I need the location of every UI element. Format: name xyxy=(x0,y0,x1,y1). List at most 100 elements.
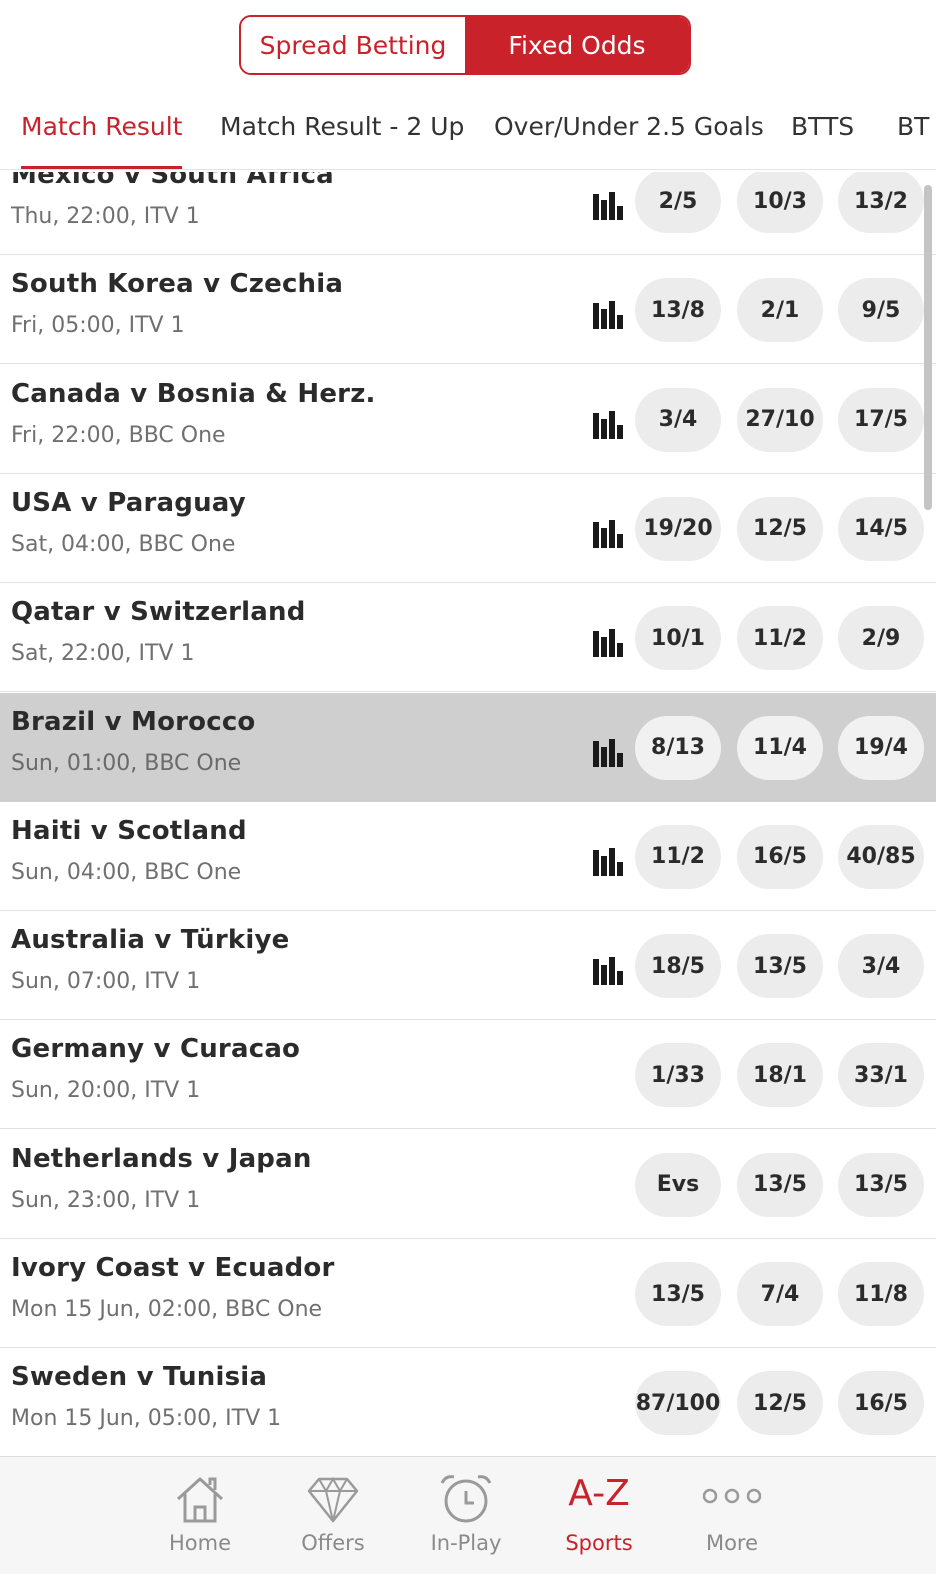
draw-odds-button[interactable]: 12/5 xyxy=(737,496,823,561)
match-name[interactable]: Haiti v Scotland xyxy=(11,816,247,846)
away-win-odds-button[interactable]: 14/5 xyxy=(838,496,924,561)
match-row[interactable]: Germany v Curacao Sun, 20:00, ITV 1 1/33 18… xyxy=(0,1020,936,1130)
away-win-odds-button[interactable]: 40/85 xyxy=(838,824,924,889)
tab-bt-truncated[interactable]: BT xyxy=(897,96,929,169)
match-channel: BBC One xyxy=(144,859,242,885)
tab-match-result-2-up[interactable]: Match Result - 2 Up xyxy=(220,96,464,169)
away-win-odds-button[interactable]: 11/8 xyxy=(838,1262,924,1326)
draw-odds-button[interactable]: 7/4 xyxy=(737,1262,823,1326)
match-time: Sun, 04:00 xyxy=(11,859,131,885)
match-time: Sat, 22:00 xyxy=(11,641,125,667)
match-name[interactable]: Canada v Bosnia & Herz. xyxy=(11,379,376,409)
away-win-odds-button[interactable]: 13/2 xyxy=(838,172,924,233)
stats-bar-chart-icon[interactable] xyxy=(593,519,623,548)
home-win-odds-button[interactable]: 87/100 xyxy=(635,1371,721,1436)
match-name[interactable]: Brazil v Morocco xyxy=(11,707,256,737)
nav-more-label: More xyxy=(705,1531,759,1555)
home-win-odds-button[interactable]: 1/33 xyxy=(635,1043,721,1108)
away-win-odds-button[interactable]: 19/4 xyxy=(838,715,924,780)
nav-sports[interactable]: A-Z Sports xyxy=(534,1457,664,1575)
nav-more[interactable]: More xyxy=(667,1457,797,1575)
match-name[interactable]: Germany v Curacao xyxy=(11,1034,300,1064)
match-row[interactable]: USA v Paraguay Sat, 04:00, BBC One 19/20 12… xyxy=(0,474,936,583)
nav-home[interactable]: Home xyxy=(135,1457,265,1575)
home-win-odds-button[interactable]: 3/4 xyxy=(635,387,721,452)
draw-odds-button[interactable]: 13/5 xyxy=(737,1152,823,1217)
match-name[interactable]: Ivory Coast v Ecuador xyxy=(11,1253,334,1283)
stats-bar-chart-icon[interactable] xyxy=(593,192,623,220)
meta-separator: , xyxy=(114,313,129,339)
nav-offers-label: Offers xyxy=(301,1531,365,1555)
home-win-odds-button[interactable]: 10/1 xyxy=(635,606,721,671)
match-name[interactable]: Netherlands v Japan xyxy=(11,1144,312,1174)
match-row[interactable]: Haiti v Scotland Sun, 04:00, BBC One 11/2 1… xyxy=(0,802,936,911)
nav-in-play[interactable]: In-Play xyxy=(401,1457,531,1575)
match-row[interactable]: Canada v Bosnia & Herz. Fri, 22:00, BBC O… xyxy=(0,365,936,474)
fixed-odds-button[interactable]: Fixed Odds xyxy=(465,17,689,73)
match-row[interactable]: Australia v Türkiye Sun, 07:00, ITV 1 18/5… xyxy=(0,911,936,1021)
match-name[interactable]: Qatar v Switzerland xyxy=(11,597,306,627)
home-win-odds-button[interactable]: 19/20 xyxy=(635,496,721,561)
draw-odds-button[interactable]: 16/5 xyxy=(737,824,823,889)
draw-odds-button[interactable]: 2/1 xyxy=(737,278,823,343)
match-meta: Mon 15 Jun, 02:00, BBC One xyxy=(11,1297,322,1322)
home-win-odds-button[interactable]: Evs xyxy=(635,1152,721,1217)
match-name[interactable]: Mexico v South Africa xyxy=(11,172,334,190)
draw-odds-button[interactable]: 13/5 xyxy=(737,934,823,999)
match-name[interactable]: Australia v Türkiye xyxy=(11,925,290,955)
stats-bar-chart-icon[interactable] xyxy=(593,629,623,658)
home-win-odds-button[interactable]: 2/5 xyxy=(635,172,721,233)
draw-odds-button[interactable]: 18/1 xyxy=(737,1043,823,1108)
stats-bar-chart-icon[interactable] xyxy=(593,957,623,986)
nav-offers[interactable]: Offers xyxy=(268,1457,398,1575)
away-win-odds-button[interactable]: 13/5 xyxy=(838,1152,924,1217)
stats-bar-chart-icon[interactable] xyxy=(593,301,623,330)
draw-odds-button[interactable]: 11/2 xyxy=(737,606,823,671)
match-time: Fri, 22:00 xyxy=(11,422,115,448)
draw-odds-button[interactable]: 12/5 xyxy=(737,1371,823,1436)
match-row[interactable]: South Korea v Czechia Fri, 05:00, ITV 1 13… xyxy=(0,255,936,365)
match-row[interactable]: Brazil v Morocco Sun, 01:00, BBC One 8/13 1… xyxy=(0,692,936,802)
match-row[interactable]: Ivory Coast v Ecuador Mon 15 Jun, 02:00, … xyxy=(0,1239,936,1348)
alarm-clock-icon xyxy=(440,1475,492,1523)
home-win-odds-button[interactable]: 18/5 xyxy=(635,934,721,999)
match-row[interactable]: Sweden v Tunisia Mon 15 Jun, 05:00, ITV 1… xyxy=(0,1348,936,1456)
home-icon xyxy=(176,1477,224,1523)
match-row[interactable]: Qatar v Switzerland Sat, 22:00, ITV 1 10/1… xyxy=(0,583,936,693)
tab-match-result[interactable]: Match Result xyxy=(21,96,183,169)
nav-sports-label: Sports xyxy=(565,1531,633,1555)
away-win-odds-button[interactable]: 17/5 xyxy=(838,387,924,452)
match-channel: BBC One xyxy=(144,750,242,776)
stats-bar-chart-icon[interactable] xyxy=(593,410,623,439)
tab-btts[interactable]: BTTS xyxy=(791,96,854,169)
away-win-odds-button[interactable]: 2/9 xyxy=(838,606,924,671)
home-win-odds-button[interactable]: 8/13 xyxy=(635,715,721,780)
match-meta: Sat, 04:00, BBC One xyxy=(11,532,235,557)
match-name[interactable]: South Korea v Czechia xyxy=(11,269,343,299)
match-row[interactable]: Mexico v South Africa Thu, 22:00, ITV 1 2/… xyxy=(0,172,936,255)
match-name[interactable]: Sweden v Tunisia xyxy=(11,1362,267,1392)
home-win-odds-button[interactable]: 13/8 xyxy=(635,278,721,343)
draw-odds-button[interactable]: 11/4 xyxy=(737,715,823,780)
match-channel: ITV 1 xyxy=(225,1406,282,1432)
tab-over-under-2-5-goals[interactable]: Over/Under 2.5 Goals xyxy=(494,96,764,169)
home-win-odds-button[interactable]: 11/2 xyxy=(635,824,721,889)
away-win-odds-button[interactable]: 3/4 xyxy=(838,934,924,999)
draw-odds-button[interactable]: 27/10 xyxy=(737,387,823,452)
home-win-odds-button[interactable]: 13/5 xyxy=(635,1262,721,1326)
match-row[interactable]: Netherlands v Japan Sun, 23:00, ITV 1 Evs 1… xyxy=(0,1130,936,1239)
meta-separator: , xyxy=(211,1297,226,1322)
scrollbar[interactable] xyxy=(924,185,932,510)
away-win-odds-button[interactable]: 16/5 xyxy=(838,1371,924,1436)
match-name[interactable]: USA v Paraguay xyxy=(11,488,246,518)
spread-betting-button[interactable]: Spread Betting xyxy=(241,17,465,73)
stats-bar-chart-icon[interactable] xyxy=(593,847,623,876)
draw-odds-button[interactable]: 10/3 xyxy=(737,172,823,233)
away-win-odds-button[interactable]: 33/1 xyxy=(838,1043,924,1108)
meta-separator: , xyxy=(124,531,139,557)
stats-bar-chart-icon[interactable] xyxy=(593,738,623,767)
away-win-odds-button[interactable]: 9/5 xyxy=(838,278,924,343)
meta-separator: , xyxy=(130,1187,145,1213)
match-meta: Sat, 22:00, ITV 1 xyxy=(11,641,194,666)
match-channel: ITV 1 xyxy=(128,313,185,339)
